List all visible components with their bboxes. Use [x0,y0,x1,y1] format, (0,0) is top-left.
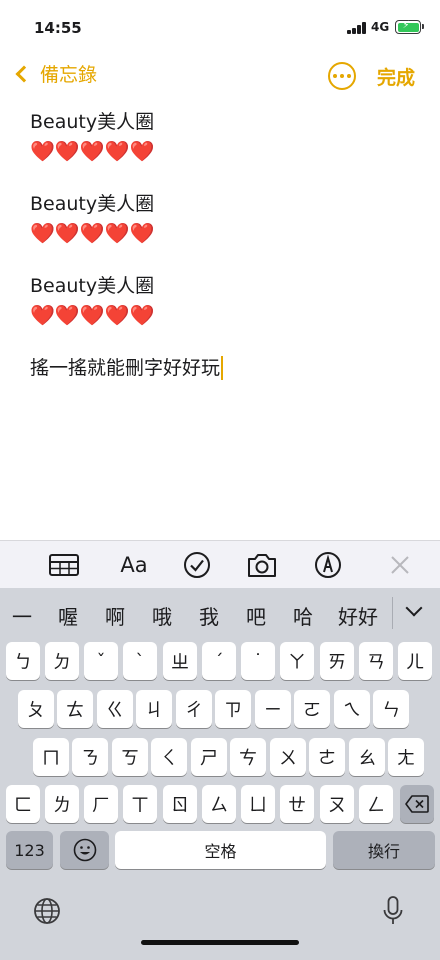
key[interactable]: ㄥ [359,785,393,823]
key[interactable]: ㄇ [33,738,69,776]
note-line: Beauty美人圈 [30,193,155,215]
checklist-icon[interactable] [181,549,213,581]
key[interactable]: ㄦ [398,642,432,680]
note-current-line: 搖一搖就能刪字好好玩 [30,354,420,382]
done-button[interactable]: 完成 [377,63,415,90]
key[interactable]: ㄓ [163,642,197,680]
more-options-icon[interactable] [328,62,356,90]
table-icon[interactable] [48,549,80,581]
candidate-word[interactable]: 啊 [105,601,125,630]
key[interactable]: ˊ [202,642,236,680]
key[interactable]: ㄌ [45,785,79,823]
key[interactable]: ㄟ [334,690,370,728]
key[interactable]: ㄍ [97,690,133,728]
key[interactable]: ㄎ [112,738,148,776]
key[interactable]: ㄅ [6,642,40,680]
key[interactable]: ㄆ [18,690,54,728]
note-editor[interactable]: Beauty美人圈 ❤️❤️❤️❤️❤️ Beauty美人圈 ❤️❤️❤️❤️❤… [30,108,420,382]
back-button[interactable]: 備忘錄 [12,60,97,87]
key[interactable]: ㄢ [359,642,393,680]
key[interactable]: ㄙ [202,785,236,823]
note-block: Beauty美人圈 ❤️❤️❤️❤️❤️ [30,272,420,330]
hearts-emoji-line: ❤️❤️❤️❤️❤️ [30,139,155,163]
key[interactable]: ㄗ [215,690,251,728]
key[interactable]: ㄨ [270,738,306,776]
markup-pen-icon[interactable] [312,549,344,581]
battery-charging-icon [395,20,424,34]
close-icon[interactable] [384,549,416,581]
globe-icon[interactable] [31,895,63,927]
status-time: 14:55 [34,19,82,37]
key[interactable]: ㄋ [72,738,108,776]
key[interactable]: ㄝ [280,785,314,823]
candidate-bar: 一 喔 啊 哦 我 吧 哈 好好 [0,588,440,638]
status-bar: 14:55 4G [0,0,440,56]
candidate-word[interactable]: 好好 [338,601,378,630]
key[interactable]: ㄞ [320,642,354,680]
chevron-down-icon[interactable] [405,599,423,617]
key[interactable]: ㄈ [6,785,40,823]
formatting-toolbar: Aa [0,540,440,588]
candidate-word[interactable]: 一 [12,601,32,630]
candidate-word[interactable]: 吧 [246,601,266,630]
key[interactable]: ˙ [241,642,275,680]
chevron-left-icon [15,65,33,82]
key[interactable]: ㄊ [57,690,93,728]
key[interactable]: ˋ [123,642,157,680]
key[interactable]: ㄚ [280,642,314,680]
hearts-emoji-line: ❤️❤️❤️❤️❤️ [30,303,155,327]
key[interactable]: ㄠ [349,738,385,776]
camera-icon[interactable] [246,549,278,581]
zhuyin-keyboard: 一 喔 啊 哦 我 吧 哈 好好 ㄅ ㄉ ˇ ˋ ㄓ ˊ ˙ ㄚ ㄞ ㄢ ㄦ ㄆ… [0,588,440,960]
key[interactable]: ㄜ [309,738,345,776]
key[interactable]: ㄔ [176,690,212,728]
note-line: Beauty美人圈 [30,275,155,297]
hearts-emoji-line: ❤️❤️❤️❤️❤️ [30,221,155,245]
key[interactable]: ㄧ [255,690,291,728]
note-block: Beauty美人圈 ❤️❤️❤️❤️❤️ [30,108,420,166]
candidate-divider [392,597,393,629]
text-cursor [221,356,224,380]
back-label: 備忘錄 [40,64,98,86]
key[interactable]: ㄏ [84,785,118,823]
note-block: Beauty美人圈 ❤️❤️❤️❤️❤️ [30,190,420,248]
cellular-signal-icon [347,22,367,34]
key[interactable]: ㄑ [151,738,187,776]
microphone-icon[interactable] [377,895,409,927]
network-type: 4G [371,20,390,34]
nav-bar: 備忘錄 完成 [0,56,440,98]
key[interactable]: ㄖ [163,785,197,823]
candidate-word[interactable]: 喔 [58,601,78,630]
numbers-key[interactable]: 123 [6,831,53,869]
key[interactable]: ㄉ [45,642,79,680]
typed-text: 搖一搖就能刪字好好玩 [30,357,221,379]
key[interactable]: ㄤ [388,738,424,776]
note-line: Beauty美人圈 [30,111,155,133]
emoji-key[interactable] [60,831,109,869]
backspace-icon [405,795,429,813]
return-key[interactable]: 換行 [333,831,435,869]
text-format-button[interactable]: Aa [116,549,152,581]
key[interactable]: ㄩ [241,785,275,823]
key[interactable]: ㄕ [191,738,227,776]
key[interactable]: ㄡ [320,785,354,823]
candidate-word[interactable]: 哈 [293,601,313,630]
delete-key[interactable] [400,785,434,823]
key[interactable]: ˇ [84,642,118,680]
key[interactable]: ㄘ [230,738,266,776]
key[interactable]: ㄐ [136,690,172,728]
emoji-smile-icon [73,838,96,862]
home-indicator [141,940,299,945]
candidate-word[interactable]: 我 [199,601,219,630]
key[interactable]: ㄒ [123,785,157,823]
key[interactable]: ㄣ [373,690,409,728]
candidate-word[interactable]: 哦 [152,601,172,630]
key[interactable]: ㄛ [294,690,330,728]
space-key[interactable]: 空格 [115,831,326,869]
